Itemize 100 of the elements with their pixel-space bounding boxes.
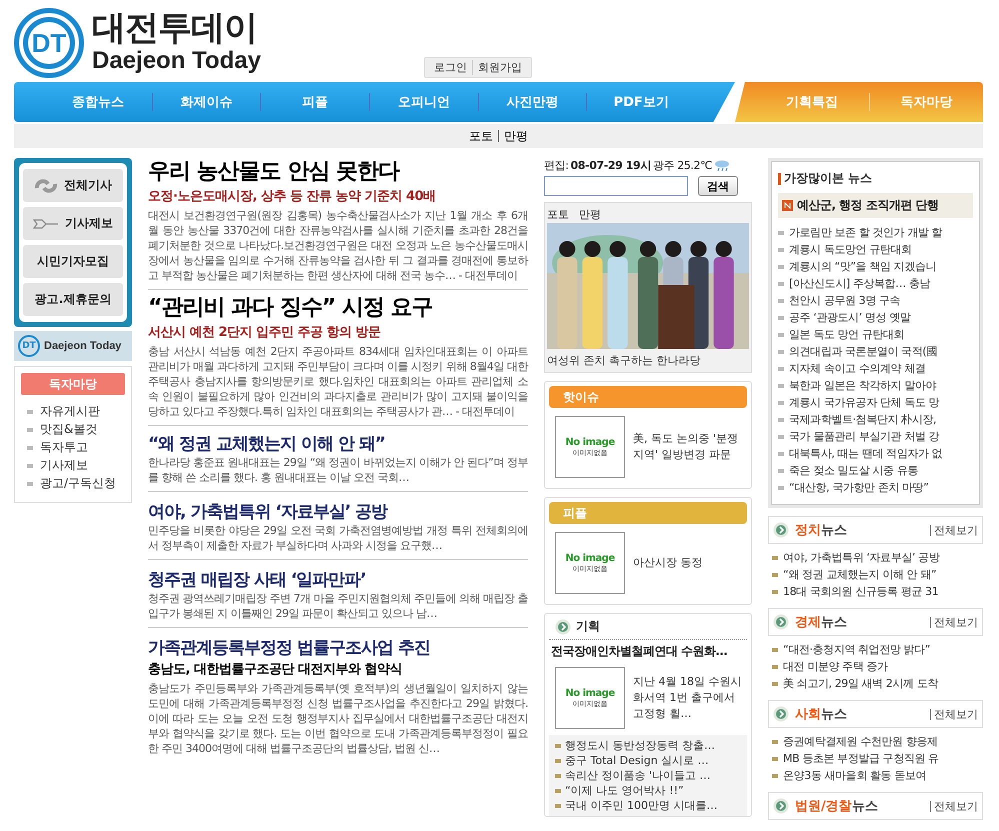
news-link[interactable]: 온양3동 새마을회 활동 돋보여 [772, 767, 983, 784]
news-link[interactable]: 계룡시 독도망언 규탄대회 [778, 241, 973, 258]
card-headline[interactable]: 美, 독도 논의중 '분쟁지역' 일방변경 파문 [633, 431, 743, 463]
sub-nav-link[interactable]: 포토 [464, 130, 498, 142]
reader-corner-link[interactable]: 기사제보 [27, 457, 125, 474]
logo-title: 대전투데이 [92, 9, 258, 47]
photo-tab[interactable]: 포토 [547, 206, 569, 222]
section-title: 법원/경찰뉴스 [795, 798, 879, 815]
news-link[interactable]: 일본 독도 망언 규탄대회 [778, 326, 973, 343]
placeholder-text: No image [565, 436, 615, 448]
account-link[interactable]: 회원가입 [472, 60, 527, 75]
news-link[interactable]: 증권예탁결제원 수천만원 향응제 [772, 733, 983, 750]
logo-mark[interactable]: DT [14, 8, 84, 78]
news-link[interactable]: [아산신도시] 주상복합… 충남 [778, 275, 973, 292]
bullet-icon [772, 774, 778, 778]
article-summary: 대전시 보건환경연구원(원장 김홍목) 농수축산물검사소가 지난 1월 개소 후 6개월 동안 농산물 3370건에 대한 잔류농약검사를 실시해 기준치를 초과한 28건을 폐기처분한 것으로 나타났다.보건환경연구원은 대전 오정과 노은 농수산물도매시장에서 농산물을 임의로 수거해 잔류농약을 검사한 뒤 그 결과를 경매전에 통보하고 부적합 농산물은 폐기처분하는 한편 생산자에 대해 전국 농수… - 대전투데이 [148, 208, 528, 283]
news-link[interactable]: 속리산 정이품송 '나이들고 … [555, 768, 741, 783]
news-link[interactable]: “대전·충청지역 취업전망 밝다” [772, 641, 983, 658]
news-link[interactable]: 여야, 가축법특위 ‘자료부실’ 공방 [772, 549, 983, 566]
bullet-icon [778, 434, 784, 438]
bullet-icon [27, 464, 33, 468]
bullet-icon [27, 410, 33, 414]
card-summary[interactable]: 지난 4월 18일 수원시 화서역 1번 출구에서 고정형 휠… [633, 674, 743, 722]
news-link[interactable]: “이제 나도 영어박사 !!” [555, 783, 741, 798]
logo-banner[interactable]: DT Daejeon Today [14, 331, 132, 361]
article-headline[interactable]: “관리비 과다 징수” 시정 요구 [148, 294, 528, 322]
news-link[interactable]: 계룡시의 “맛”을 책임 지겠습니 [778, 258, 973, 275]
news-link[interactable]: 중구 Total Design 실시로 … [555, 753, 741, 768]
news-link[interactable]: 천안시 공무원 3명 구속 [778, 292, 973, 309]
bullet-icon [778, 366, 784, 370]
bullet-icon [772, 756, 778, 760]
bullet-icon [778, 350, 784, 354]
news-link[interactable]: 국제과학벨트·첨복단지 朴시장, [778, 411, 973, 428]
news-link[interactable]: 의견대립과 국론분열이 국적(國 [778, 343, 973, 360]
article-headline[interactable]: 우리 농산물도 안심 못한다 [148, 158, 528, 186]
bullet-icon [555, 744, 561, 748]
article-headline[interactable]: 여야, 가축법특위 ‘자료부실’ 공방 [148, 502, 528, 523]
article-headline[interactable]: “왜 정권 교체했는지 이해 안 돼” [148, 434, 528, 455]
view-all-link[interactable]: 전체보기 [930, 616, 978, 628]
top-news-link[interactable]: 예산군, 행정 조직개편 단행 [778, 193, 973, 218]
edition-date: 08-07-29 19시 [570, 158, 651, 173]
article-summary: 충남 서산시 석남동 예천 2단지 주공아파트 834세대 임차인대표회는 이 아파트 관리비가 매월 과다하게 고지돼 주민부담이 크다며 이를 시정키 위해 8월4일 대한주택공사 충남지사를 항의방문키로 했다.임차인 대표회의는 아파트 관리업체 소속 인원이 불필요하게 많아 인건비의 과다지출로 관리비가 많이 고지돼 불이익을 당하고 있다고 주장했다.특히 임차인 대표회의는 주택공사가 관… - 대전투데이 [148, 344, 528, 419]
news-link[interactable]: 지자체 속이고 수의계약 체결 [778, 360, 973, 377]
arrow-circle-icon [773, 706, 789, 722]
article-headline[interactable]: 청주권 매립장 사태 ‘일파만파’ [148, 570, 528, 591]
news-link[interactable]: 북한과 일본은 착각하지 말아야 [778, 377, 973, 394]
bullet-icon [772, 590, 778, 594]
news-link[interactable]: 美 쇠고기, 29일 새벽 2시께 도착 [772, 675, 983, 692]
news-link[interactable]: “왜 정권 교체했는지 이해 안 돼” [772, 566, 983, 583]
news-link[interactable]: 국가 물품관리 부실기관 처벌 강 [778, 428, 973, 445]
arrow-circle-icon [773, 522, 789, 538]
bullet-icon [778, 282, 784, 286]
shortcut-button[interactable]: 기사제보 [23, 207, 123, 240]
news-link[interactable]: 18대 국회의원 신규등록 평균 31 [772, 583, 983, 600]
bullet-icon [772, 664, 778, 668]
card-title: 피플 [549, 502, 747, 524]
bullet-icon [772, 556, 778, 560]
news-link[interactable]: “대산항, 국가항만 존치 마땅” [778, 479, 973, 496]
account-link[interactable]: 로그인 [428, 60, 472, 75]
news-link[interactable]: MB 등초본 부정발급 구청직원 유 [772, 750, 983, 767]
view-all-link[interactable]: 전체보기 [930, 708, 978, 720]
news-link[interactable]: 가로림만 보존 할 것인가 개발 할 [778, 224, 973, 241]
bullet-icon [778, 230, 784, 234]
news-link[interactable]: 공주 ‘관광도시’ 명성 옛말 [778, 309, 973, 326]
reader-corner-link[interactable]: 광고/구독신청 [27, 475, 125, 492]
article-headline[interactable]: 가족관계등록부정정 법률구조사업 추진 [148, 638, 528, 659]
placeholder-text: No image [565, 552, 615, 564]
article-summary: 한나라당 홍준표 원내대표는 29일 “왜 정권이 바뀌었는지 이해가 안 된다”며 정부를 향해 쓴 소리를 했다. 홍 원내대표는 이날 오전 국회… [148, 455, 528, 485]
news-link[interactable]: 국내 이주민 100만명 시대를… [555, 798, 741, 813]
bullet-icon [555, 758, 561, 762]
news-link[interactable]: 행정도시 동반성장동력 창출… [555, 738, 741, 753]
bullet-icon [778, 486, 784, 490]
placeholder-text: No image [565, 688, 615, 698]
reader-corner-link[interactable]: 독자투고 [27, 439, 125, 456]
sub-nav-link[interactable]: 만평 [498, 130, 533, 142]
shortcut-button[interactable]: 시민기자모집 [23, 245, 123, 278]
arrow-circle-icon [555, 618, 571, 634]
news-link[interactable]: 죽은 젖소 밀도살 시중 유통 [778, 462, 973, 479]
reader-corner-link[interactable]: 자유게시판 [27, 403, 125, 420]
weather-icon [714, 160, 730, 172]
news-link[interactable]: 대전 미분양 주택 증가 [772, 658, 983, 675]
bullet-icon [778, 248, 784, 252]
bullet-icon [778, 332, 784, 336]
shortcut-button[interactable]: 광고.제휴문의 [23, 283, 123, 316]
card-headline[interactable]: 전국장애인차별철폐연대 수원화… [549, 640, 747, 659]
search-field[interactable] [544, 176, 688, 196]
card-headline[interactable]: 아산시장 동정 [633, 555, 702, 571]
article-summary: 충남도가 주민등록부와 가족관계등록부(옛 호적부)의 생년월일이 일치하지 않는 도민에 대해 가족관계등록부정정 신청 법률구조사업을 추진한다고 29일 밝혔다. 이에 따라 도는 오늘 오전 도청 행정부지사 집무실에서 대한법률구조공단 대전지부와 협약식을 갖기로 했다. 도는 이번 협약으로 도내 가족관계등록부정정이 필요한 주민 3400여명에 대해 법률구조공단의 법률상담, 법원 신… [148, 681, 528, 756]
photo-tab[interactable]: 만평 [579, 206, 601, 222]
view-all-link[interactable]: 전체보기 [930, 524, 978, 536]
article-subheadline: 충남도, 대한법률구조공단 대전지부와 협약식 [148, 661, 404, 678]
pen-icon [33, 218, 59, 230]
shortcut-button[interactable]: 전체기사 [23, 169, 123, 202]
news-link[interactable]: 계룡시 국가유공자 단체 독도 망 [778, 394, 973, 411]
news-link[interactable]: 대북특사, 때는 땐데 적임자가 없 [778, 445, 973, 462]
search-button[interactable]: 검색 [698, 176, 738, 196]
view-all-link[interactable]: 전체보기 [930, 800, 978, 812]
news-icon [782, 200, 793, 211]
bullet-icon [778, 418, 784, 422]
reader-corner-link[interactable]: 맛집&볼것 [27, 421, 125, 438]
